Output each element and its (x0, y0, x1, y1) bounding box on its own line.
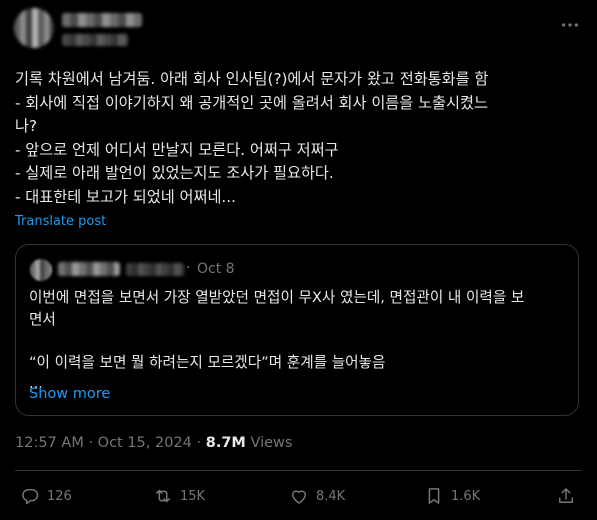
views-count[interactable]: 8.7M (206, 435, 246, 451)
like-button[interactable]: 8.4K (289, 486, 345, 506)
translate-post-link[interactable]: Translate post (15, 214, 106, 229)
bookmark-button[interactable]: 1.6K (424, 486, 480, 506)
quoted-separator: · (186, 260, 191, 276)
heart-icon (292, 490, 306, 504)
reply-icon (22, 489, 39, 505)
tweet-text-line: 기록 차원에서 남겨둠. 아래 회사 인사팀(?)에서 문자가 왔고 전화통화를… (15, 70, 489, 88)
tweet-text-line: - 실제로 아래 발언이 있었는지도 조사가 필요하다. (15, 164, 334, 182)
quoted-avatar[interactable] (30, 259, 52, 281)
tweet-text-line: 나? (15, 117, 38, 135)
like-count: 8.4K (316, 488, 346, 504)
post-time[interactable]: 12:57 AM (15, 435, 84, 451)
quoted-display-name-redacted (58, 262, 120, 276)
quoted-date[interactable]: Oct 8 (197, 261, 235, 277)
bookmark-icon (428, 488, 440, 504)
tweet-text-line: - 대표한테 보고가 되었네 어쩌네... (15, 187, 236, 206)
repost-icon (156, 489, 170, 503)
quoted-text-line: “이 이력을 보면 뭘 하려는지 모르겠다”며 훈계를 늘어놓음 (29, 353, 386, 371)
tweet-text-line: - 앞으로 언제 어디서 만날지 모른다. 어쩌구 저쩌구 (15, 140, 339, 159)
views-label[interactable]: Views (250, 435, 292, 451)
share-icon (559, 488, 573, 503)
quoted-text-line (29, 330, 567, 352)
display-name-redacted[interactable] (62, 13, 142, 27)
bookmark-count: 1.6K (451, 488, 481, 504)
meta-separator: · (196, 435, 202, 451)
divider (15, 470, 582, 471)
quoted-handle-redacted (126, 263, 184, 276)
reply-button[interactable]: 126 (20, 486, 72, 506)
more-dots-icon (561, 23, 579, 27)
quoted-text: 이번에 면접을 보면서 가장 열받았던 면접이 무X사 였는데, 면접관이 내 … (29, 287, 567, 395)
tweet-meta: 12:57 AM · Oct 15, 2024 · 8.7M Views (15, 435, 292, 451)
handle-redacted[interactable] (62, 34, 128, 46)
quoted-text-line: 면서 (29, 310, 56, 328)
tweet-text-line: - 회사에 직접 이야기하지 왜 공개적인 곳에 올려서 회사 이름을 노출시켰… (15, 93, 488, 112)
share-button[interactable] (556, 486, 583, 506)
more-options-button[interactable] (559, 14, 581, 36)
reply-count: 126 (47, 488, 72, 504)
post-date[interactable]: Oct 15, 2024 (98, 435, 192, 451)
repost-button[interactable]: 15K (153, 486, 205, 506)
meta-separator: · (88, 435, 94, 451)
show-more-link[interactable]: Show more (29, 386, 110, 402)
quoted-text-line: 이번에 면접을 보면서 가장 열받았던 면접이 무X사 였는데, 면접관이 내 … (29, 289, 525, 306)
tweet-header (0, 0, 597, 60)
tweet-text: 기록 차원에서 남겨둠. 아래 회사 인사팀(?)에서 문자가 왔고 전화통화를… (15, 68, 585, 209)
repost-count: 15K (180, 488, 206, 504)
quoted-tweet[interactable]: · Oct 8 이번에 면접을 보면서 가장 열받았던 면접이 무X사 였는데,… (15, 244, 579, 416)
avatar[interactable] (14, 8, 54, 48)
